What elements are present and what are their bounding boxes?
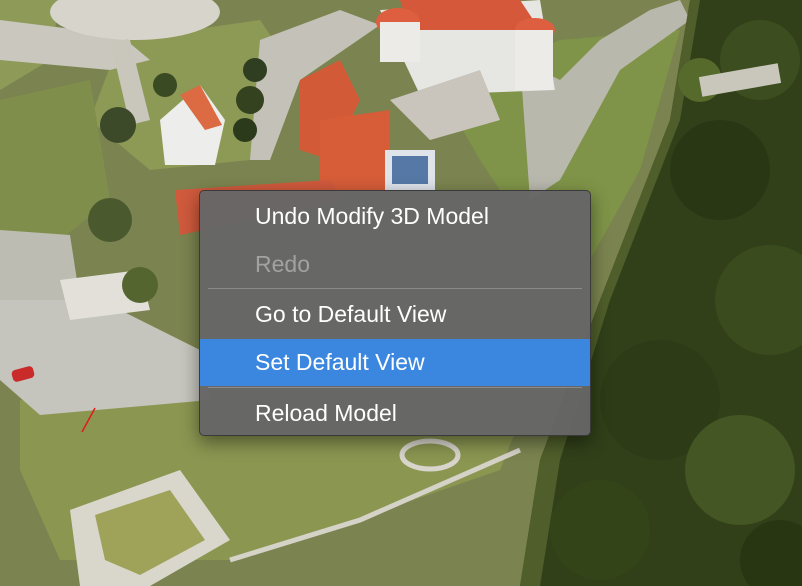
- menu-item-reload-model[interactable]: Reload Model: [200, 390, 590, 437]
- menu-separator: [208, 288, 582, 289]
- context-menu: Undo Modify 3D Model Redo Go to Default …: [199, 190, 591, 436]
- menu-item-undo[interactable]: Undo Modify 3D Model: [200, 193, 590, 240]
- menu-item-redo: Redo: [255, 251, 310, 277]
- menu-item-set-default-view[interactable]: Set Default View: [200, 339, 590, 386]
- menu-item-go-to-default-view[interactable]: Go to Default View: [200, 291, 590, 338]
- menu-separator: [208, 387, 582, 388]
